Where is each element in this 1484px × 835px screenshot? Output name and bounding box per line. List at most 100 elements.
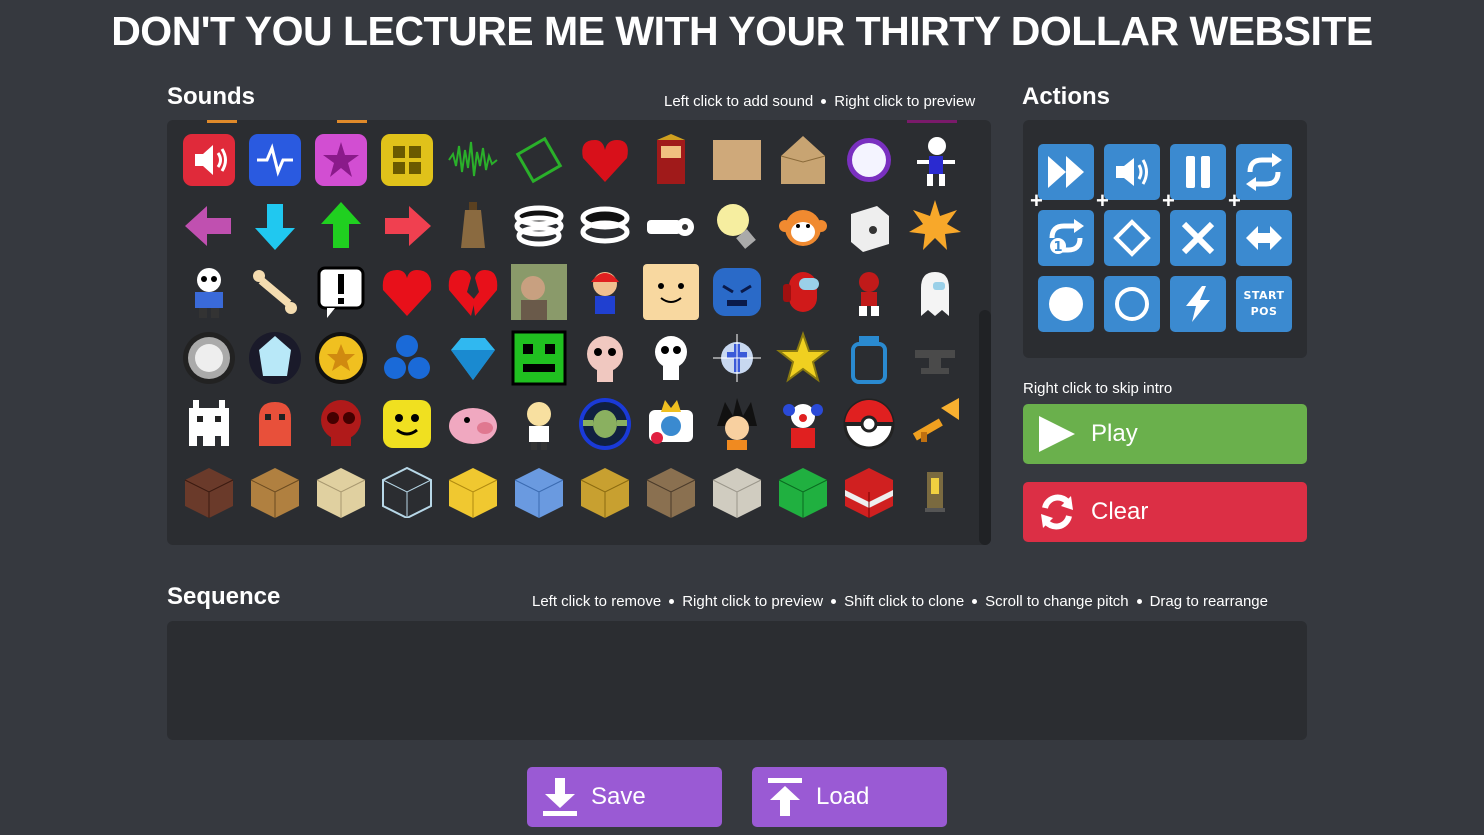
action-speed-button[interactable]: +: [1030, 144, 1094, 212]
sound-tile[interactable]: [709, 396, 765, 452]
sound-tile[interactable]: [445, 462, 501, 518]
sound-tile[interactable]: [841, 330, 897, 386]
burst-icon: [909, 200, 961, 250]
action-start-pos-button[interactable]: START POS: [1236, 276, 1292, 332]
sound-tile[interactable]: [181, 198, 237, 254]
yoda-icon: [579, 398, 631, 450]
sound-tile[interactable]: [511, 462, 567, 518]
sound-tile[interactable]: [379, 396, 435, 452]
sound-tile[interactable]: [445, 264, 501, 320]
sound-tile[interactable]: [907, 198, 963, 254]
sound-tile[interactable]: [907, 396, 963, 452]
sound-tile[interactable]: [313, 264, 369, 320]
skip-intro-hint: Right click to skip intro: [1023, 380, 1173, 397]
sound-tile[interactable]: [181, 396, 237, 452]
sound-tile[interactable]: [313, 330, 369, 386]
sound-tile[interactable]: [907, 462, 963, 518]
actions-panel: + + + +1 START POS: [1023, 120, 1307, 358]
sequence-area[interactable]: [167, 621, 1307, 740]
action-transpose-button[interactable]: [1236, 210, 1292, 266]
sound-tile[interactable]: [709, 132, 765, 188]
sound-tile[interactable]: [775, 264, 831, 320]
sound-tile[interactable]: [907, 132, 963, 188]
sound-tile[interactable]: [643, 198, 699, 254]
sound-tile[interactable]: [577, 462, 633, 518]
holy-cross-icon: [713, 334, 761, 382]
sound-tile[interactable]: [643, 132, 699, 188]
anime-girl-icon: [527, 402, 551, 450]
load-button[interactable]: Load: [752, 767, 947, 827]
whistle-icon: [647, 218, 694, 236]
sound-tile[interactable]: [841, 198, 897, 254]
sound-tile[interactable]: [907, 330, 963, 386]
play-button[interactable]: Play: [1023, 404, 1307, 464]
sound-tile[interactable]: [775, 198, 831, 254]
sound-tile[interactable]: [709, 462, 765, 518]
action-lightning-button[interactable]: [1170, 276, 1226, 332]
sound-tile[interactable]: [643, 330, 699, 386]
action-cancel-x-button[interactable]: [1170, 210, 1226, 266]
sound-tile[interactable]: [577, 330, 633, 386]
sound-tile[interactable]: [841, 132, 897, 188]
sound-tile[interactable]: [841, 396, 897, 452]
sound-tile[interactable]: [577, 396, 633, 452]
action-volume-button[interactable]: +: [1096, 144, 1160, 212]
sound-tile[interactable]: [445, 132, 501, 188]
sound-tile[interactable]: [709, 198, 765, 254]
sound-tile[interactable]: [379, 198, 435, 254]
sound-tile[interactable]: [379, 132, 435, 188]
stone-block-icon: [712, 468, 762, 518]
sound-tile[interactable]: [511, 132, 567, 188]
sound-tile[interactable]: [181, 264, 237, 320]
sound-tile[interactable]: [445, 396, 501, 452]
action-loop-button[interactable]: +: [1228, 144, 1292, 212]
sound-tile[interactable]: [841, 462, 897, 518]
sound-tile[interactable]: [643, 264, 699, 320]
sound-tile[interactable]: [247, 198, 303, 254]
clear-button[interactable]: Clear: [1023, 482, 1307, 542]
sound-tile[interactable]: [247, 396, 303, 452]
sound-tile[interactable]: [379, 330, 435, 386]
sound-tile[interactable]: [379, 264, 435, 320]
sound-tile[interactable]: [577, 264, 633, 320]
sound-tile[interactable]: [181, 330, 237, 386]
action-dot-button[interactable]: [1038, 276, 1094, 332]
sound-tile[interactable]: [313, 198, 369, 254]
sound-tile[interactable]: [577, 198, 633, 254]
sound-tile[interactable]: [643, 462, 699, 518]
sound-tile[interactable]: [841, 264, 897, 320]
sound-tile[interactable]: [577, 132, 633, 188]
sound-tile[interactable]: [709, 264, 765, 320]
sound-tile[interactable]: [775, 462, 831, 518]
sound-tile[interactable]: [313, 462, 369, 518]
sound-tile[interactable]: [511, 264, 567, 320]
sound-tile[interactable]: [511, 330, 567, 386]
sound-tile[interactable]: [247, 330, 303, 386]
sound-tile[interactable]: [775, 330, 831, 386]
sound-tile[interactable]: [775, 396, 831, 452]
sound-tile[interactable]: [907, 264, 963, 320]
sound-tile[interactable]: [181, 132, 237, 188]
sound-tile[interactable]: [445, 330, 501, 386]
sound-tile[interactable]: [247, 462, 303, 518]
sound-tile[interactable]: [511, 396, 567, 452]
sound-tile[interactable]: [379, 462, 435, 518]
sound-tile[interactable]: [313, 132, 369, 188]
sound-tile[interactable]: [181, 462, 237, 518]
action-target-diamond-button[interactable]: [1104, 210, 1160, 266]
sound-tile[interactable]: [247, 132, 303, 188]
action-loop-once-button[interactable]: 1: [1038, 210, 1094, 266]
sound-tile[interactable]: [511, 198, 567, 254]
sound-tile[interactable]: [643, 396, 699, 452]
sounds-scrollbar[interactable]: [979, 310, 991, 545]
action-circle-outline-button[interactable]: [1104, 276, 1160, 332]
sound-tile[interactable]: [247, 264, 303, 320]
save-button[interactable]: Save: [527, 767, 722, 827]
sound-tile[interactable]: [775, 132, 831, 188]
sound-tile[interactable]: [445, 198, 501, 254]
sound-tile[interactable]: [313, 396, 369, 452]
sound-tile[interactable]: [709, 330, 765, 386]
seq-hint-clone: Shift click to clone: [844, 593, 965, 610]
pig-icon: [449, 408, 497, 444]
action-pause-button[interactable]: +: [1162, 144, 1226, 212]
